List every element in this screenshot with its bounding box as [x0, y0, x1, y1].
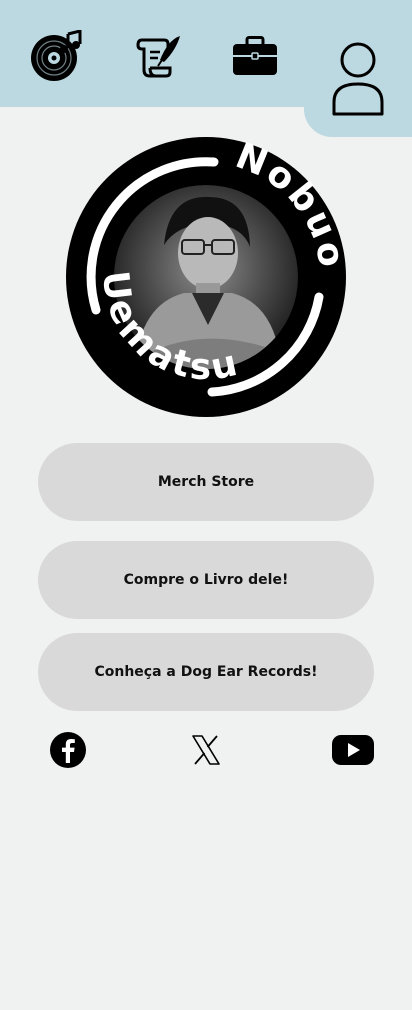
buy-book-button[interactable]: Compre o Livro dele! [38, 541, 374, 619]
music-disc-icon[interactable] [30, 30, 82, 82]
user-profile-icon[interactable] [332, 42, 384, 116]
youtube-icon[interactable] [332, 735, 374, 765]
x-icon[interactable] [191, 735, 221, 765]
merch-store-button[interactable]: Merch Store [38, 443, 374, 521]
scroll-quill-icon[interactable] [134, 32, 182, 80]
briefcase-icon[interactable] [232, 36, 278, 76]
dog-ear-records-button[interactable]: Conheça a Dog Ear Records! [38, 633, 374, 711]
facebook-icon[interactable] [50, 732, 86, 768]
artist-avatar: Nobuo Uematsu [64, 135, 348, 419]
